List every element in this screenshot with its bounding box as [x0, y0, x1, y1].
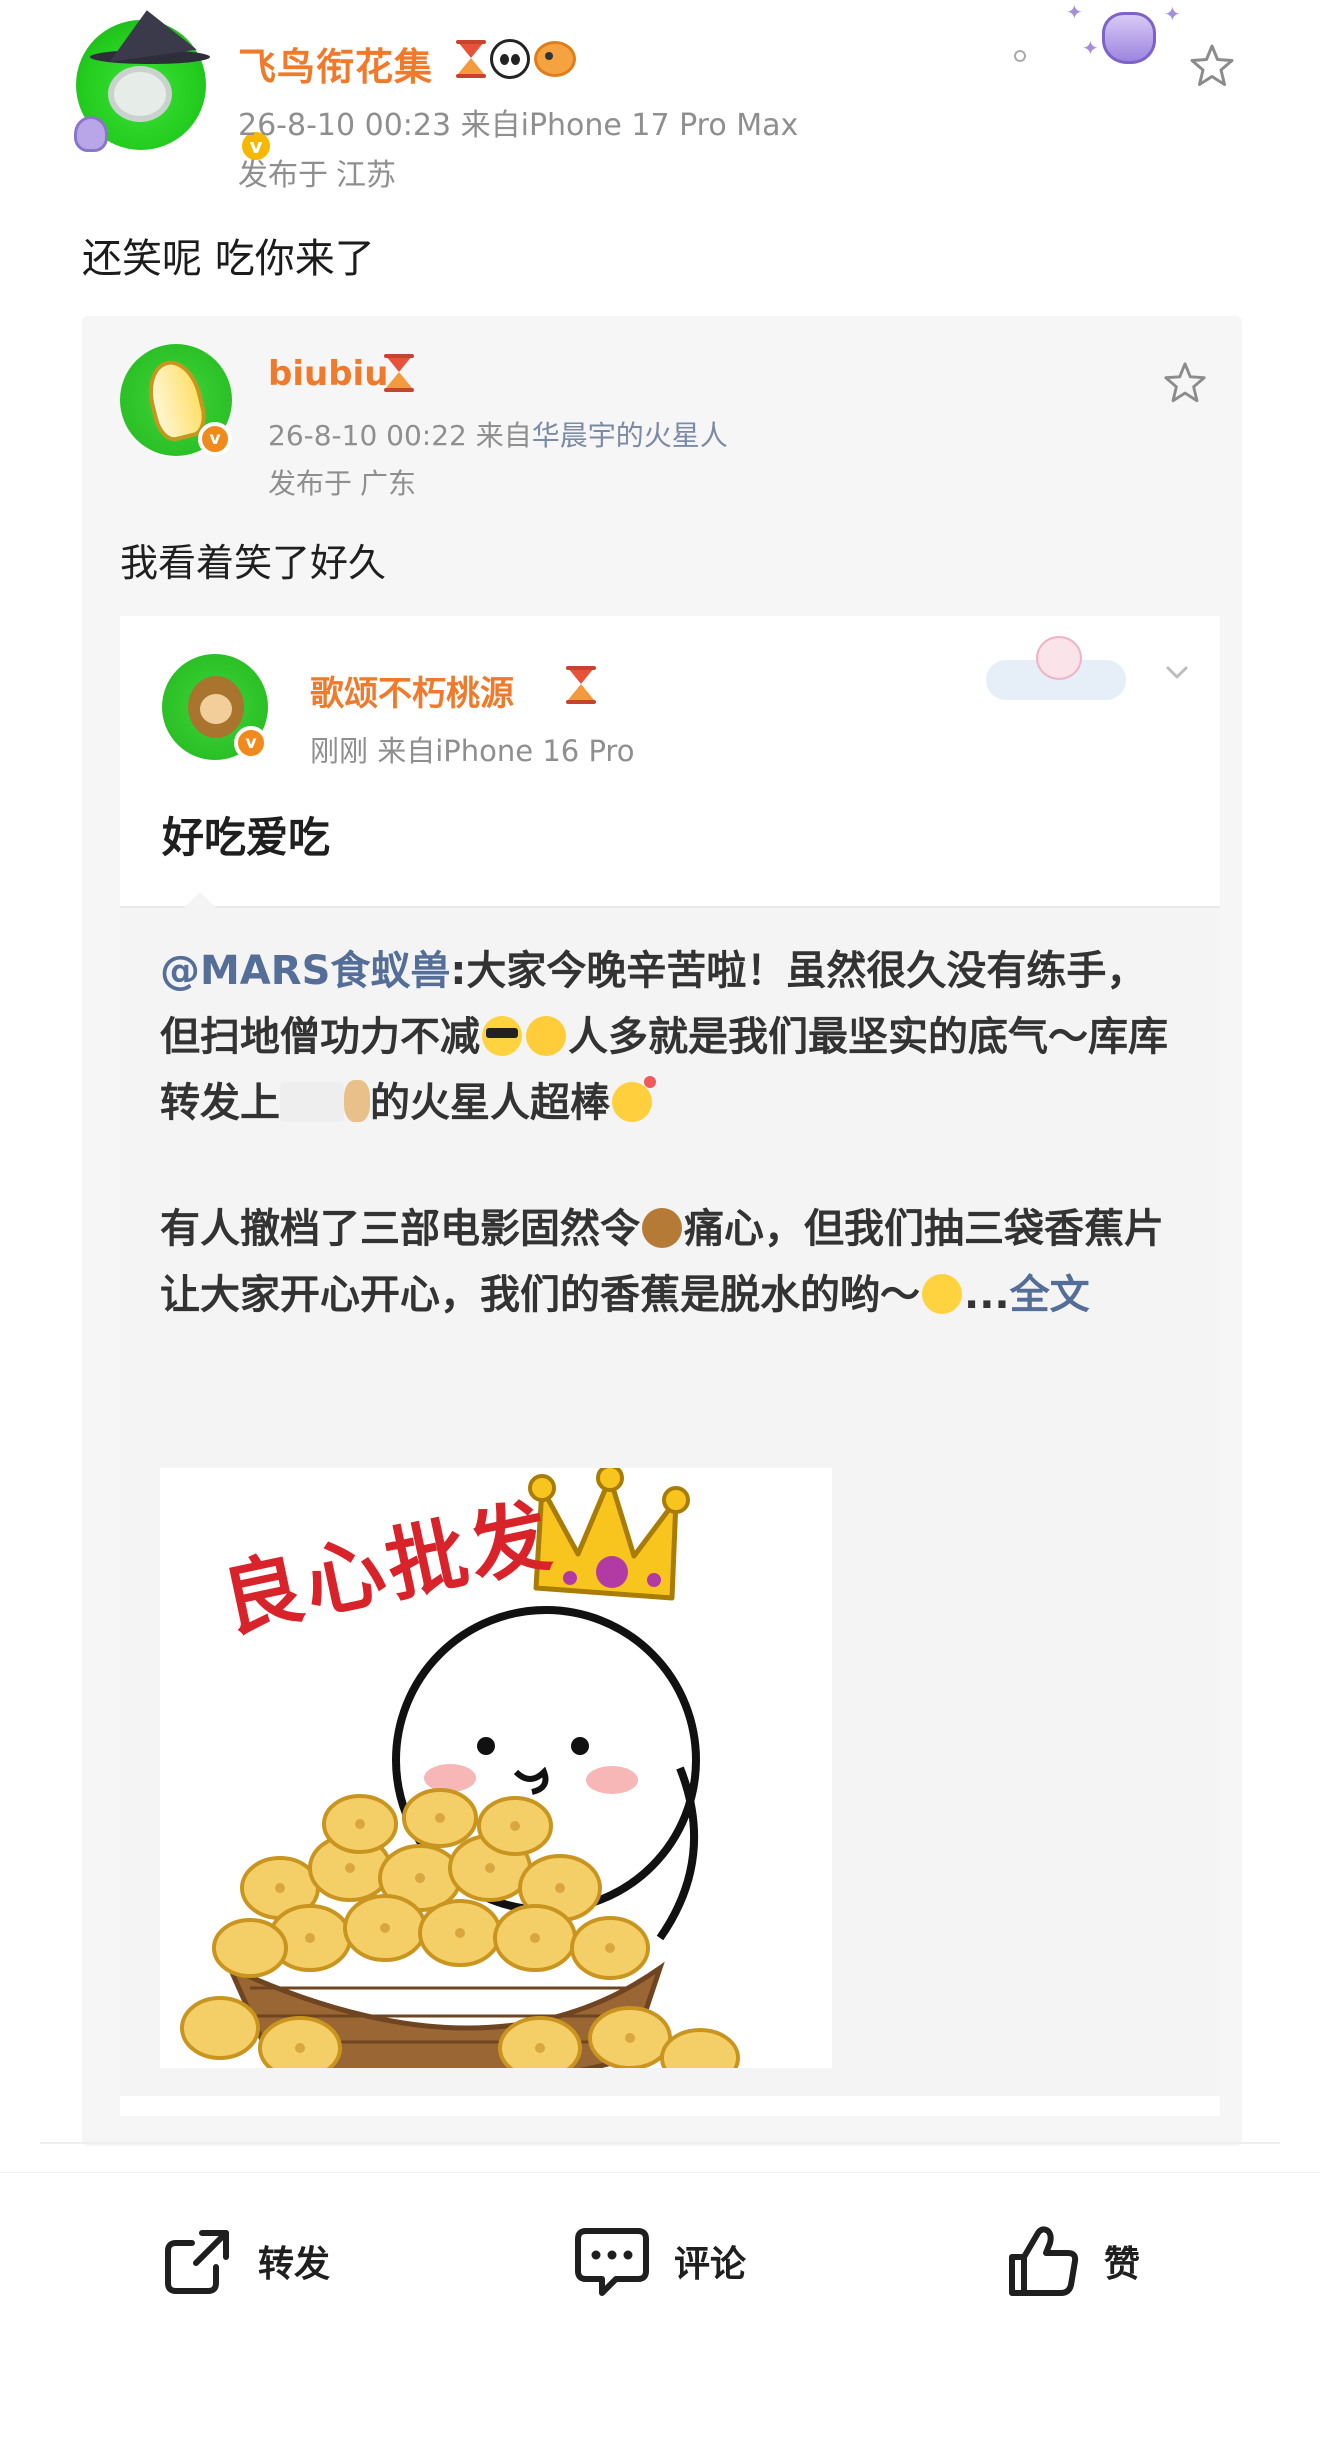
repost-time: 26-8-10 00:22 来自	[268, 419, 532, 452]
divider	[40, 2142, 1280, 2144]
pufferfish-icon	[534, 41, 576, 77]
referenced-weibo-text: @MARS食蚁兽:大家今晚辛苦啦！虽然很久没有练手，但扫地僧功力不减 人多就是我们…	[160, 938, 1180, 1328]
location-name: 广东	[360, 467, 417, 500]
potion-bottle-icon	[74, 116, 108, 152]
quoted-username: 歌颂不朽桃源	[310, 674, 514, 714]
location-name: 江苏	[336, 158, 396, 193]
monkey-emoji-icon	[642, 1208, 682, 1248]
referenced-weibo: @MARS食蚁兽:大家今晚辛苦啦！虽然很久没有练手，但扫地僧功力不减 人多就是我们…	[120, 892, 1220, 2096]
thumbs-up-icon	[1009, 2226, 1079, 2296]
reference-paragraph-2: 有人撤档了三部电影固然令 痛心，但我们抽三袋香蕉片让大家开心开心，我们的香蕉是脱水…	[160, 1196, 1180, 1328]
repost-card[interactable]: v biubiu 26-8-10 00:22 来自华晨宇的火星人 发布于 广东 我…	[82, 316, 1242, 2146]
potion-decoration-icon: ✦ ✦ ✦	[1060, 0, 1181, 70]
potion-jar-icon	[1102, 12, 1156, 64]
hug-emoji-icon	[526, 1016, 566, 1056]
hourglass-icon	[384, 354, 414, 392]
action-bar: 转发 评论 赞	[0, 2172, 1320, 2312]
blurred-block	[280, 1082, 344, 1122]
repost-button[interactable]: 转发	[160, 2221, 330, 2301]
hourglass-icon	[456, 40, 486, 78]
comment-icon	[575, 2228, 649, 2296]
location-prefix: 发布于	[268, 467, 353, 500]
quoted-meta: 刚刚 来自iPhone 16 Pro	[310, 734, 635, 768]
reference-caret	[184, 892, 216, 908]
comment-label: 评论	[674, 2244, 747, 2285]
repost-location: 发布于 广东	[268, 462, 416, 502]
favorite-star-icon[interactable]	[1188, 42, 1236, 90]
banana-emoji-icon	[344, 1080, 370, 1122]
repost-username[interactable]: biubiu	[268, 354, 388, 394]
user-badges	[456, 36, 576, 82]
repost-text: 我看着笑了好久	[120, 541, 387, 585]
plate-icon	[108, 66, 172, 122]
post-location: 发布于 江苏	[238, 150, 396, 194]
decor-dot-icon	[1014, 50, 1026, 62]
like-label: 赞	[1104, 2244, 1141, 2285]
verified-badge-icon: v	[234, 726, 268, 760]
like-button[interactable]: 赞	[1006, 2221, 1140, 2301]
comment-button[interactable]: 评论	[572, 2221, 746, 2301]
banana-icon	[141, 354, 211, 446]
post-meta: 26-8-10 00:23 来自iPhone 17 Pro Max	[238, 108, 799, 143]
reference-text-part: 有人撤档了三部电影固然令	[160, 1206, 640, 1252]
sparkle-icon: ✦	[1066, 0, 1083, 24]
shy-emoji-icon	[922, 1274, 962, 1314]
chevron-down-icon	[1166, 666, 1188, 679]
post-text: 还笑呢 吃你来了	[82, 236, 375, 282]
sparkle-icon: ✦	[1082, 36, 1099, 60]
post-username[interactable]: 飞鸟衔花集	[238, 36, 433, 91]
quoted-comment: v 歌颂不朽桃源 刚刚 来自iPhone 16 Pro 好吃爱吃 @MARS食蚁…	[120, 616, 1220, 2116]
favorite-star-icon[interactable]	[1162, 360, 1208, 406]
ellipsis: ...	[964, 1272, 1010, 1318]
share-icon	[165, 2230, 229, 2294]
repost-user-avatar[interactable]	[120, 344, 232, 456]
post-header: v 飞鸟衔花集 26-8-10 00:23 来自iPhone 17 Pro Ma…	[0, 0, 1320, 200]
hourglass-icon	[566, 666, 596, 704]
love-emoji-icon	[612, 1076, 656, 1122]
location-prefix: 发布于	[238, 158, 328, 193]
bunny-cloud-decoration-icon	[980, 630, 1130, 710]
mention-link: @MARS食蚁兽	[160, 948, 451, 994]
reference-paragraph-1: @MARS食蚁兽:大家今晚辛苦啦！虽然很久没有练手，但扫地僧功力不减 人多就是我们…	[160, 938, 1180, 1136]
sparkle-icon: ✦	[1164, 2, 1181, 26]
repost-label: 转发	[258, 2244, 331, 2285]
sunglasses-emoji-icon	[482, 1016, 522, 1056]
repost-meta: 26-8-10 00:22 来自华晨宇的火星人	[268, 414, 728, 454]
repost-source[interactable]: 华晨宇的火星人	[532, 419, 728, 452]
user-avatar[interactable]: v	[74, 4, 274, 164]
reference-text-part: 的火星人超棒	[370, 1080, 610, 1126]
quoted-text: 好吃爱吃	[162, 813, 331, 862]
bunny-icon	[1036, 636, 1082, 680]
meme-image: 良心批发	[160, 1468, 832, 2068]
panda-icon	[490, 39, 530, 79]
quoted-avatar-badge-wrap: v	[162, 654, 312, 804]
read-full-link: 全文	[1009, 1272, 1090, 1318]
